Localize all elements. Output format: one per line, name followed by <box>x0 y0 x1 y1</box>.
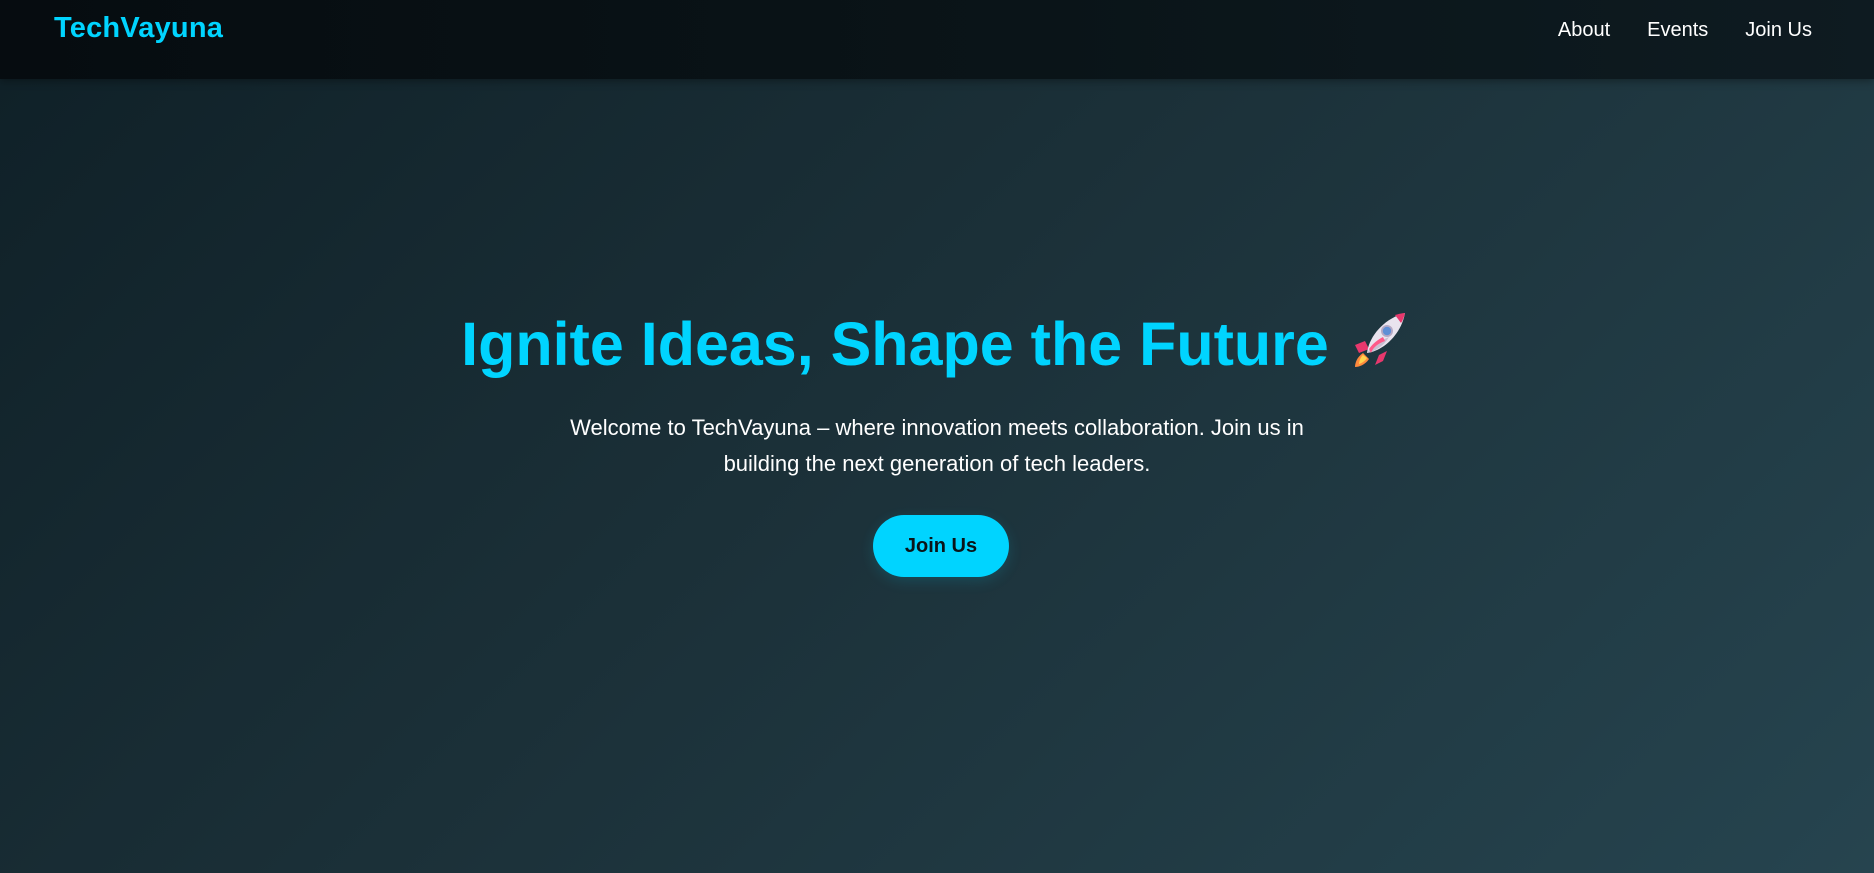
rocket-icon <box>1354 313 1405 367</box>
nav-link-about[interactable]: About <box>1558 18 1610 42</box>
hero-title: Ignite Ideas, Shape the Future <box>0 307 1874 380</box>
top-navbar: TechVayuna About Events Join Us <box>0 0 1874 79</box>
join-us-button[interactable]: Join Us <box>873 515 1009 577</box>
hero-section: Ignite Ideas, Shape the Future Welcome t… <box>0 79 1874 873</box>
brand-logo[interactable]: TechVayuna <box>54 12 223 45</box>
hero-title-text: Ignite Ideas, Shape the Future <box>461 310 1329 378</box>
nav-link-events[interactable]: Events <box>1647 18 1708 42</box>
nav-link-join-us[interactable]: Join Us <box>1745 18 1812 42</box>
hero-subtitle: Welcome to TechVayuna – where innovation… <box>570 415 1304 476</box>
nav-links: About Events Join Us <box>1521 18 1812 42</box>
